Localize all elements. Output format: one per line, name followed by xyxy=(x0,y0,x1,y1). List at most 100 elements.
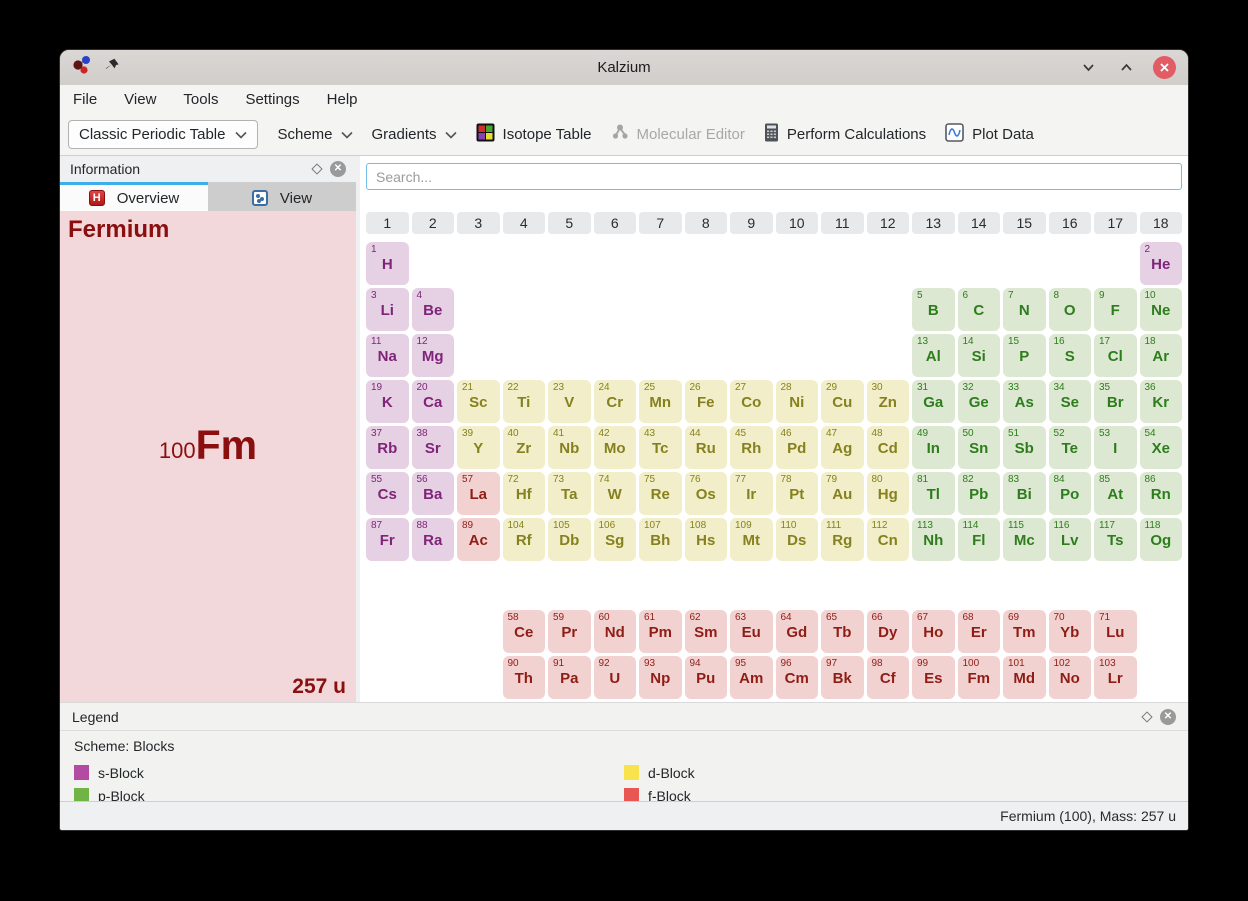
element-cell-rh[interactable]: 45Rh xyxy=(730,426,773,469)
element-cell-bi[interactable]: 83Bi xyxy=(1003,472,1046,515)
element-cell-pd[interactable]: 46Pd xyxy=(776,426,819,469)
group-header-11[interactable]: 11 xyxy=(821,212,864,234)
element-cell-ir[interactable]: 77Ir xyxy=(730,472,773,515)
group-header-6[interactable]: 6 xyxy=(594,212,637,234)
scheme-dropdown[interactable]: Scheme xyxy=(277,126,352,143)
element-cell-ag[interactable]: 47Ag xyxy=(821,426,864,469)
element-cell-ca[interactable]: 20Ca xyxy=(412,380,455,423)
element-cell-fm[interactable]: 100Fm xyxy=(958,656,1001,699)
group-header-7[interactable]: 7 xyxy=(639,212,682,234)
element-cell-b[interactable]: 5B xyxy=(912,288,955,331)
element-cell-mn[interactable]: 25Mn xyxy=(639,380,682,423)
element-cell-xe[interactable]: 54Xe xyxy=(1140,426,1183,469)
element-cell-am[interactable]: 95Am xyxy=(730,656,773,699)
element-cell-yb[interactable]: 70Yb xyxy=(1049,610,1092,653)
group-header-5[interactable]: 5 xyxy=(548,212,591,234)
element-cell-rf[interactable]: 104Rf xyxy=(503,518,546,561)
element-cell-eu[interactable]: 63Eu xyxy=(730,610,773,653)
titlebar[interactable]: Kalzium xyxy=(60,50,1188,85)
element-cell-sm[interactable]: 62Sm xyxy=(685,610,728,653)
group-header-14[interactable]: 14 xyxy=(958,212,1001,234)
element-cell-c[interactable]: 6C xyxy=(958,288,1001,331)
element-cell-tc[interactable]: 43Tc xyxy=(639,426,682,469)
element-cell-mg[interactable]: 12Mg xyxy=(412,334,455,377)
element-cell-at[interactable]: 85At xyxy=(1094,472,1137,515)
element-cell-mt[interactable]: 109Mt xyxy=(730,518,773,561)
element-cell-s[interactable]: 16S xyxy=(1049,334,1092,377)
tab-view[interactable]: View xyxy=(208,182,356,211)
element-cell-ar[interactable]: 18Ar xyxy=(1140,334,1183,377)
menu-file[interactable]: File xyxy=(73,91,97,108)
element-cell-lr[interactable]: 103Lr xyxy=(1094,656,1137,699)
element-cell-fr[interactable]: 87Fr xyxy=(366,518,409,561)
plot-data-button[interactable]: Plot Data xyxy=(945,123,1034,146)
group-header-4[interactable]: 4 xyxy=(503,212,546,234)
group-header-1[interactable]: 1 xyxy=(366,212,409,234)
menu-view[interactable]: View xyxy=(124,91,156,108)
element-cell-no[interactable]: 102No xyxy=(1049,656,1092,699)
element-cell-ts[interactable]: 117Ts xyxy=(1094,518,1137,561)
group-header-18[interactable]: 18 xyxy=(1140,212,1183,234)
element-cell-sb[interactable]: 51Sb xyxy=(1003,426,1046,469)
element-cell-cf[interactable]: 98Cf xyxy=(867,656,910,699)
group-header-3[interactable]: 3 xyxy=(457,212,500,234)
maximize-button[interactable] xyxy=(1115,57,1137,79)
element-cell-kr[interactable]: 36Kr xyxy=(1140,380,1183,423)
menu-help[interactable]: Help xyxy=(327,91,358,108)
perform-calculations-button[interactable]: Perform Calculations xyxy=(764,123,926,146)
element-cell-cd[interactable]: 48Cd xyxy=(867,426,910,469)
element-cell-pa[interactable]: 91Pa xyxy=(548,656,591,699)
element-cell-os[interactable]: 76Os xyxy=(685,472,728,515)
element-cell-ds[interactable]: 110Ds xyxy=(776,518,819,561)
element-cell-co[interactable]: 27Co xyxy=(730,380,773,423)
group-header-8[interactable]: 8 xyxy=(685,212,728,234)
group-header-9[interactable]: 9 xyxy=(730,212,773,234)
element-cell-ru[interactable]: 44Ru xyxy=(685,426,728,469)
element-cell-zr[interactable]: 40Zr xyxy=(503,426,546,469)
element-cell-og[interactable]: 118Og xyxy=(1140,518,1183,561)
element-cell-se[interactable]: 34Se xyxy=(1049,380,1092,423)
element-cell-in[interactable]: 49In xyxy=(912,426,955,469)
molecular-editor-button[interactable]: Molecular Editor xyxy=(611,123,745,145)
element-cell-au[interactable]: 79Au xyxy=(821,472,864,515)
dock-float-icon[interactable] xyxy=(311,163,322,174)
element-cell-h[interactable]: 1H xyxy=(366,242,409,285)
element-cell-mo[interactable]: 42Mo xyxy=(594,426,637,469)
element-cell-v[interactable]: 23V xyxy=(548,380,591,423)
element-cell-k[interactable]: 19K xyxy=(366,380,409,423)
element-cell-ti[interactable]: 22Ti xyxy=(503,380,546,423)
element-cell-fl[interactable]: 114Fl xyxy=(958,518,1001,561)
element-cell-sn[interactable]: 50Sn xyxy=(958,426,1001,469)
element-cell-pb[interactable]: 82Pb xyxy=(958,472,1001,515)
element-cell-ta[interactable]: 73Ta xyxy=(548,472,591,515)
element-cell-f[interactable]: 9F xyxy=(1094,288,1137,331)
element-cell-hg[interactable]: 80Hg xyxy=(867,472,910,515)
element-cell-ra[interactable]: 88Ra xyxy=(412,518,455,561)
element-cell-es[interactable]: 99Es xyxy=(912,656,955,699)
element-cell-db[interactable]: 105Db xyxy=(548,518,591,561)
element-cell-w[interactable]: 74W xyxy=(594,472,637,515)
menu-settings[interactable]: Settings xyxy=(245,91,299,108)
element-cell-dy[interactable]: 66Dy xyxy=(867,610,910,653)
element-cell-re[interactable]: 75Re xyxy=(639,472,682,515)
element-cell-ho[interactable]: 67Ho xyxy=(912,610,955,653)
legend-float-icon[interactable] xyxy=(1141,711,1152,722)
element-cell-rn[interactable]: 86Rn xyxy=(1140,472,1183,515)
element-cell-y[interactable]: 39Y xyxy=(457,426,500,469)
element-cell-ga[interactable]: 31Ga xyxy=(912,380,955,423)
element-cell-ne[interactable]: 10Ne xyxy=(1140,288,1183,331)
element-cell-nh[interactable]: 113Nh xyxy=(912,518,955,561)
element-cell-bk[interactable]: 97Bk xyxy=(821,656,864,699)
isotope-table-button[interactable]: Isotope Table xyxy=(476,123,592,146)
element-cell-hf[interactable]: 72Hf xyxy=(503,472,546,515)
element-cell-bh[interactable]: 107Bh xyxy=(639,518,682,561)
element-cell-ac[interactable]: 89Ac xyxy=(457,518,500,561)
element-cell-ni[interactable]: 28Ni xyxy=(776,380,819,423)
element-cell-sr[interactable]: 38Sr xyxy=(412,426,455,469)
legend-close-icon[interactable]: ✕ xyxy=(1160,709,1176,725)
element-cell-tm[interactable]: 69Tm xyxy=(1003,610,1046,653)
element-cell-cn[interactable]: 112Cn xyxy=(867,518,910,561)
element-cell-sg[interactable]: 106Sg xyxy=(594,518,637,561)
dock-close-icon[interactable]: ✕ xyxy=(330,161,346,177)
element-cell-al[interactable]: 13Al xyxy=(912,334,955,377)
